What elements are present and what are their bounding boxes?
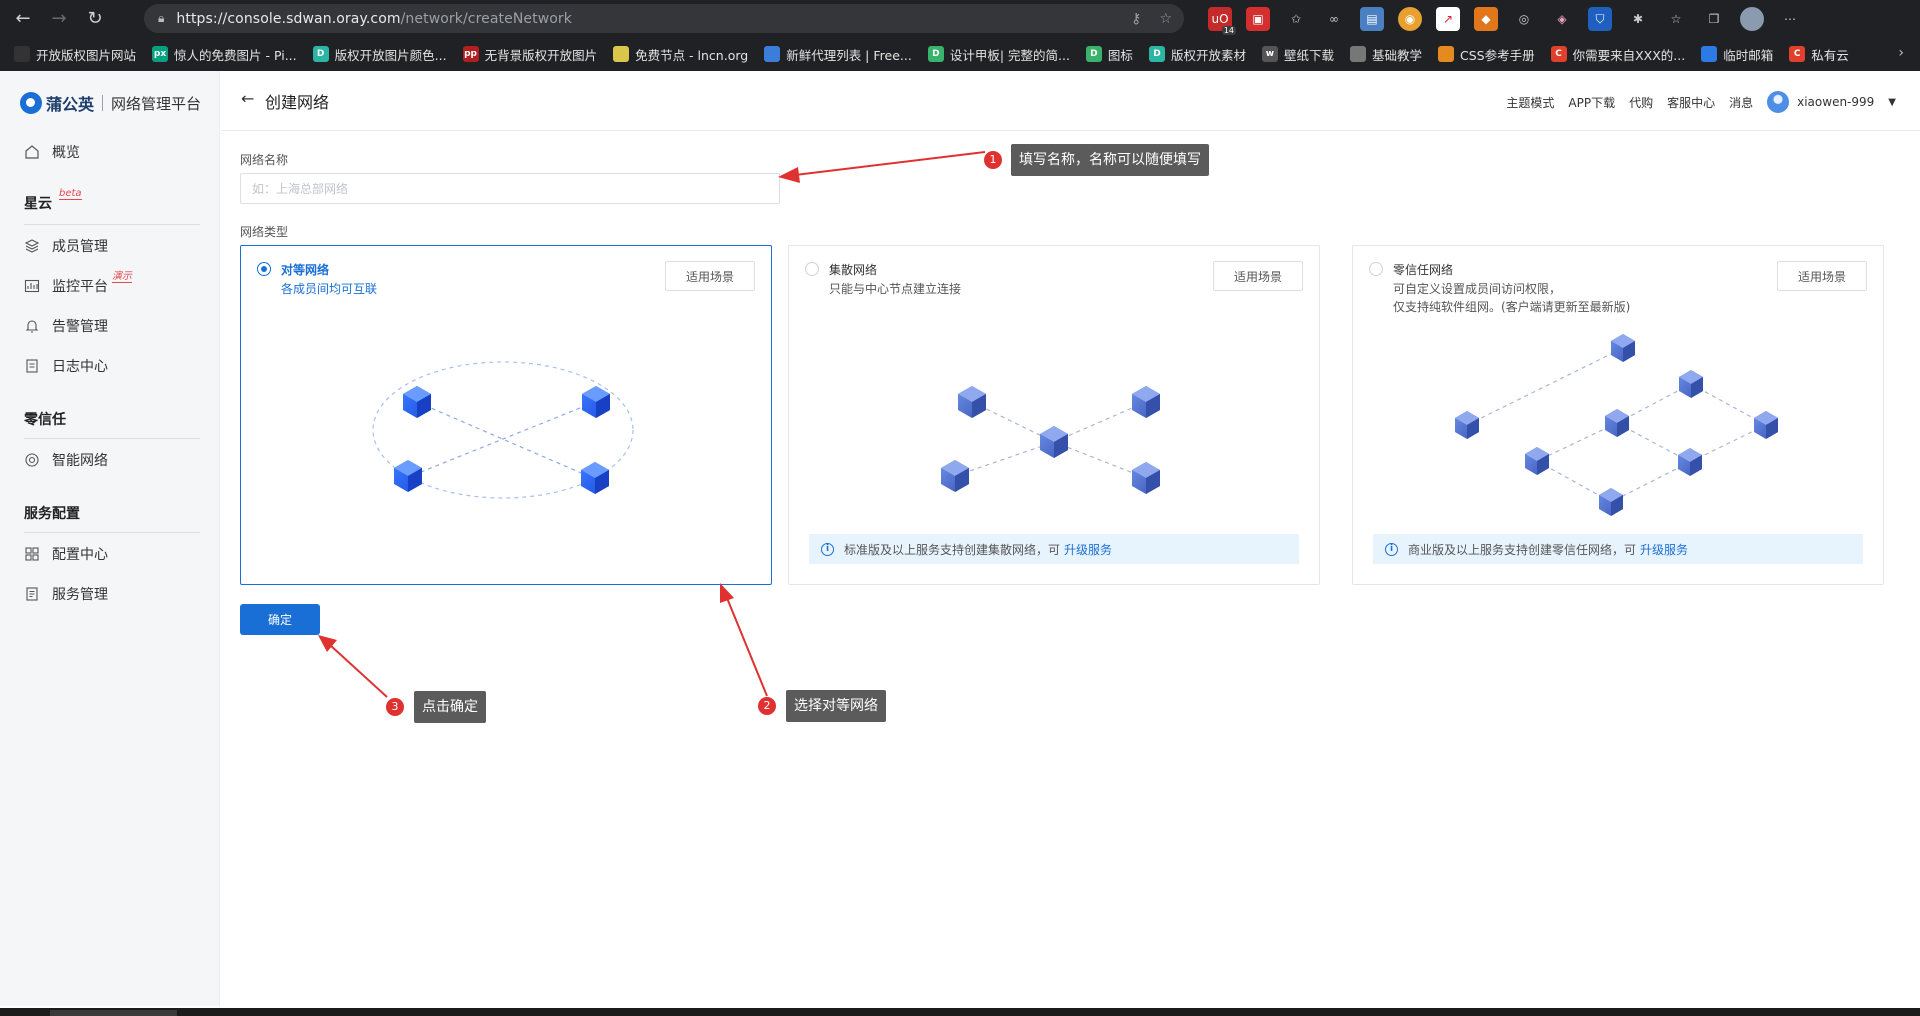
- step-callout: 点击确定: [414, 691, 486, 723]
- taskbar: [0, 1008, 1920, 1016]
- step-callout: 填写名称，名称可以随便填写: [1011, 144, 1209, 176]
- step-callout: 选择对等网络: [786, 690, 886, 722]
- annotation-arrows: [318, 151, 986, 698]
- step-number-badge: 3: [386, 698, 404, 716]
- step-number-badge: 2: [758, 697, 776, 715]
- step-number-badge: 1: [984, 151, 1002, 169]
- taskbar-item[interactable]: [50, 1010, 177, 1016]
